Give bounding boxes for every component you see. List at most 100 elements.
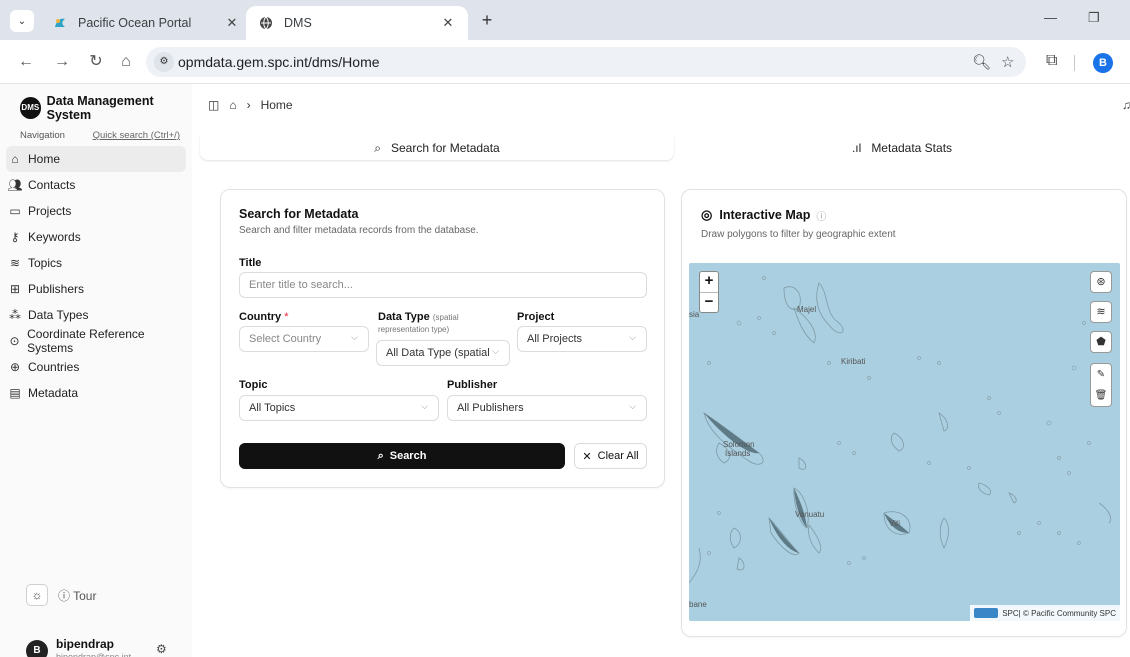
sidebar-item-topics[interactable]: ≋ Topics bbox=[6, 250, 186, 276]
project-label: Project bbox=[517, 311, 555, 323]
browser-tab-bar: ⌄ Pacific Ocean Portal ✕ DMS ✕ + — ❐ bbox=[0, 0, 1130, 40]
sidebar-item-publishers[interactable]: ⊞ Publishers bbox=[6, 276, 186, 302]
sidebar-item-keywords[interactable]: ⚷ Keywords bbox=[6, 224, 186, 250]
topic-select[interactable]: All Topics ⌵ bbox=[239, 395, 439, 421]
minimize-icon[interactable]: — bbox=[1044, 10, 1057, 25]
search-button[interactable]: ⌕ Search bbox=[239, 443, 565, 469]
sidebar-item-data-types[interactable]: ⁂ Data Types bbox=[6, 302, 186, 328]
sidebar-item-metadata[interactable]: ▤ Metadata bbox=[6, 380, 186, 406]
project-select[interactable]: All Projects ⌵ bbox=[517, 326, 647, 352]
forward-arrow-icon[interactable]: → bbox=[52, 52, 72, 72]
tour-link[interactable]: ⓘ Tour bbox=[58, 587, 96, 604]
home-icon: ⌂ bbox=[11, 152, 19, 166]
draw-polygon-icon[interactable]: ⬟ bbox=[1090, 331, 1112, 353]
user-profile[interactable]: B bipendrap bipendrap@spc.int ⚙ bbox=[26, 636, 176, 657]
sidebar-item-home[interactable]: ⌂ Home bbox=[6, 146, 186, 172]
tab-close-icon[interactable]: ✕ bbox=[440, 15, 456, 31]
map-label: Majel bbox=[797, 305, 817, 314]
zoom-magnifier-icon[interactable]: 🔍︎ bbox=[972, 53, 991, 71]
restore-icon[interactable]: ❐ bbox=[1088, 10, 1100, 26]
sidebar-item-label: Countries bbox=[28, 360, 80, 374]
new-tab-button[interactable]: + bbox=[476, 10, 498, 32]
tab-metadata-stats[interactable]: .ıl Metadata Stats bbox=[674, 136, 1130, 160]
map-attribution: SPC| © Pacific Community SPC bbox=[970, 605, 1120, 621]
zoom-out-button[interactable]: − bbox=[700, 292, 718, 312]
home-button-icon[interactable]: ⌂ bbox=[116, 52, 136, 72]
info-icon[interactable]: ⓘ bbox=[816, 208, 826, 223]
location-pin-icon: ⊙ bbox=[9, 334, 20, 348]
map-label: Vanuatu bbox=[795, 510, 825, 519]
map-card-subtitle: Draw polygons to filter by geographic ex… bbox=[701, 229, 896, 240]
data-types-icon: ⁂ bbox=[9, 308, 21, 322]
key-icon: ⚷ bbox=[10, 230, 20, 244]
layers-icon[interactable]: ≋ bbox=[1090, 301, 1112, 323]
back-arrow-icon[interactable]: ← bbox=[16, 52, 36, 72]
sidebar-toggle-icon[interactable]: ◫ bbox=[208, 98, 219, 112]
sidebar-item-label: Home bbox=[28, 152, 61, 166]
dms-logo: DMS bbox=[20, 97, 41, 119]
sidebar-item-contacts[interactable]: 👥︎ Contacts bbox=[6, 172, 186, 198]
tab-search-chevron-icon[interactable]: ⌄ bbox=[10, 10, 34, 32]
country-select-value: Select Country bbox=[249, 333, 322, 345]
profile-avatar[interactable]: B bbox=[1093, 53, 1113, 73]
clear-all-label: Clear All bbox=[597, 450, 639, 462]
search-icon: ⌕ bbox=[377, 449, 384, 462]
tab-search-for-metadata[interactable]: ⌕ Search for Metadata bbox=[200, 136, 674, 160]
sidebar-item-projects[interactable]: ▭ Projects bbox=[6, 198, 186, 224]
publisher-select[interactable]: All Publishers ⌵ bbox=[447, 395, 647, 421]
publisher-label: Publisher bbox=[447, 379, 498, 391]
sidebar-item-coordinate-reference-systems[interactable]: ⊙ Coordinate Reference Systems bbox=[6, 327, 186, 355]
tab-close-icon[interactable]: ✕ bbox=[224, 15, 240, 31]
location-pin-icon: ◎ bbox=[701, 207, 713, 222]
country-label-text: Country bbox=[239, 311, 282, 323]
nav-header: Navigation Quick search (Ctrl+/) bbox=[20, 130, 180, 141]
locate-user-icon[interactable]: ⊛ bbox=[1090, 271, 1112, 293]
nav-heading: Navigation bbox=[20, 130, 65, 141]
search-card: Search for Metadata Search and filter me… bbox=[220, 189, 665, 488]
title-label: Title bbox=[239, 257, 262, 269]
map-label: Solomon bbox=[723, 440, 755, 449]
breadcrumb: ◫ ⌂ › Home bbox=[208, 98, 303, 112]
toolbar-divider bbox=[1074, 55, 1075, 71]
title-input[interactable]: Enter title to search... bbox=[239, 272, 647, 298]
reload-icon[interactable]: ↻ bbox=[86, 52, 106, 72]
chevron-down-icon: ⌵ bbox=[492, 346, 499, 356]
interactive-map[interactable]: + − ⊛ ≋ ⬟ ✎ 🗑︎ Majel Kiribati Solomon Is… bbox=[689, 263, 1120, 621]
topics-icon: ≋ bbox=[9, 256, 21, 270]
browser-tab-dms[interactable]: DMS ✕ bbox=[246, 6, 468, 40]
breadcrumb-home-icon[interactable]: ⌂ bbox=[229, 98, 236, 112]
data-type-select[interactable]: All Data Type (spatial ⌵ bbox=[376, 340, 510, 366]
edit-shape-icon[interactable]: ✎ bbox=[1091, 364, 1111, 385]
url-bar[interactable]: ⚙ opmdata.gem.spc.int/dms/Home 🔍︎ ☆ bbox=[146, 47, 1026, 77]
brand[interactable]: DMS Data Management System bbox=[20, 94, 192, 122]
sidebar-item-label: Projects bbox=[28, 204, 72, 218]
bookmark-star-icon[interactable]: ☆ bbox=[1001, 53, 1014, 71]
theme-toggle-sun-icon[interactable]: ☼ bbox=[26, 584, 48, 606]
notification-bell-icon[interactable]: ♫ bbox=[1122, 98, 1130, 112]
browser-tab-pacific-ocean-portal[interactable]: Pacific Ocean Portal ✕ bbox=[40, 6, 252, 40]
zoom-controls: + − bbox=[699, 271, 719, 313]
delete-shape-trash-icon[interactable]: 🗑︎ bbox=[1091, 385, 1111, 406]
pacific-portal-favicon-icon bbox=[52, 15, 68, 31]
user-settings-gear-icon[interactable]: ⚙ bbox=[156, 642, 167, 656]
globe-favicon-icon bbox=[258, 15, 274, 31]
publisher-select-value: All Publishers bbox=[457, 402, 524, 414]
zoom-in-button[interactable]: + bbox=[700, 272, 718, 292]
extensions-puzzle-icon[interactable]: ⧉ bbox=[1046, 52, 1057, 70]
site-settings-icon[interactable]: ⚙ bbox=[154, 52, 174, 72]
quick-search-link[interactable]: Quick search (Ctrl+/) bbox=[93, 130, 180, 141]
breadcrumb-chevron-icon: › bbox=[246, 98, 251, 112]
data-type-select-value: All Data Type (spatial bbox=[386, 347, 490, 359]
sidebar-item-label: Metadata bbox=[28, 386, 79, 400]
country-select[interactable]: Select Country ⌵ bbox=[239, 326, 369, 352]
edit-tools: ✎ 🗑︎ bbox=[1090, 363, 1112, 407]
tab-title: Pacific Ocean Portal bbox=[78, 16, 192, 30]
tab-label: Metadata Stats bbox=[871, 141, 953, 155]
clear-all-button[interactable]: ✕ Clear All bbox=[574, 443, 647, 469]
attribution-text[interactable]: SPC| © Pacific Community SPC bbox=[1002, 609, 1116, 618]
map-label: sia bbox=[689, 310, 700, 319]
sidebar-item-countries[interactable]: ⊕ Countries bbox=[6, 354, 186, 380]
browser-address-bar: ← → ↻ ⌂ ⚙ opmdata.gem.spc.int/dms/Home 🔍… bbox=[0, 40, 1130, 84]
topic-select-value: All Topics bbox=[249, 402, 296, 414]
url-text[interactable]: opmdata.gem.spc.int/dms/Home bbox=[178, 54, 380, 70]
